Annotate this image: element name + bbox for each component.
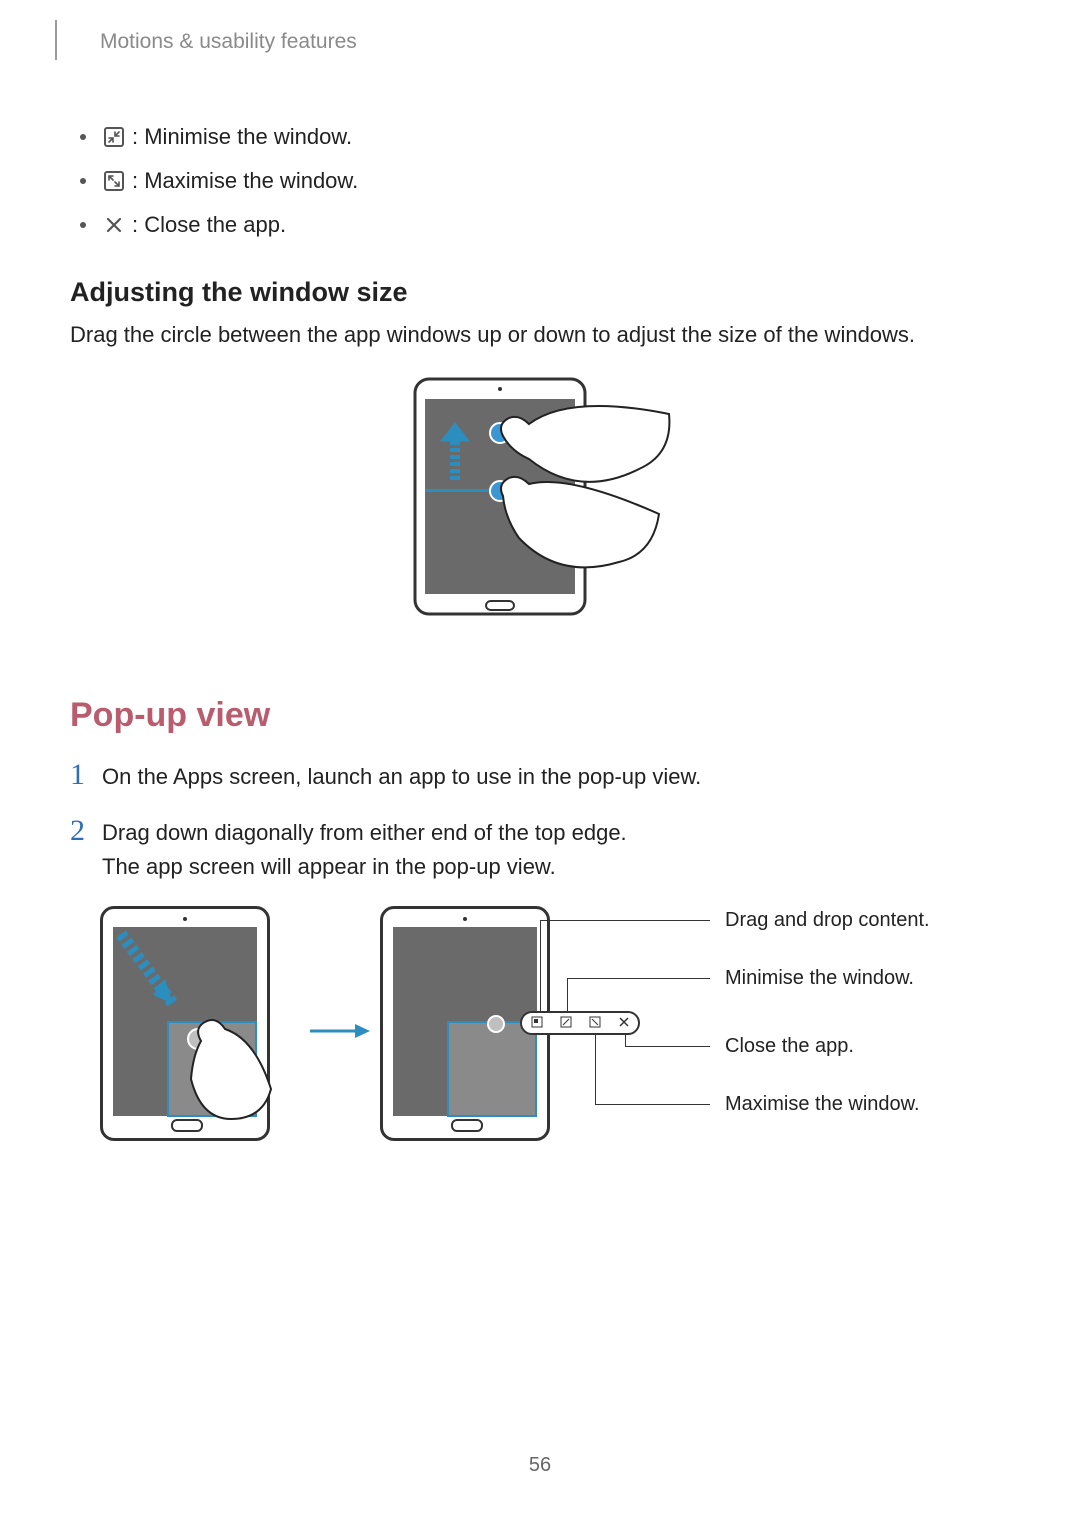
step-text: On the Apps screen, launch an app to use… — [102, 760, 701, 794]
leader-line — [625, 1046, 710, 1047]
popup-window-outline — [447, 1021, 537, 1117]
maximise-icon — [104, 171, 124, 191]
step-text: Drag down diagonally from either end of … — [102, 816, 627, 884]
paragraph-adjust: Drag the circle between the app windows … — [70, 320, 1010, 351]
leader-line — [540, 920, 541, 1011]
subheading-adjust: Adjusting the window size — [70, 277, 1010, 308]
list-item-text: : Close the app. — [132, 203, 286, 247]
step-line: The app screen will appear in the pop-up… — [102, 854, 556, 879]
drag-diagonal-icon — [103, 909, 303, 1154]
list-item: : Maximise the window. — [70, 159, 1010, 203]
camera-dot-icon — [463, 917, 467, 921]
content: : Minimise the window. : Maximise the wi… — [70, 0, 1010, 1186]
running-head: Motions & usability features — [100, 30, 357, 54]
header-rule — [55, 20, 57, 60]
minimise-icon — [104, 127, 124, 147]
step-line: Drag down diagonally from either end of … — [102, 820, 627, 845]
bullet-icon — [80, 134, 86, 140]
page: Motions & usability features : Minimise … — [0, 0, 1080, 1527]
figure-split-resize — [70, 371, 1010, 636]
toolbar-minimise-icon — [560, 1016, 572, 1031]
leader-line — [625, 1034, 626, 1047]
icon-explain-list: : Minimise the window. : Maximise the wi… — [70, 115, 1010, 247]
leader-line — [595, 1104, 710, 1105]
step-item: 2 Drag down diagonally from either end o… — [70, 816, 1010, 884]
list-item-text: : Maximise the window. — [132, 159, 358, 203]
figure-popup-sequence: Drag and drop content. Minimise the wind… — [70, 906, 1010, 1186]
toolbar-maximise-icon — [589, 1016, 601, 1031]
list-item-text: : Minimise the window. — [132, 115, 352, 159]
section-heading-popup: Pop-up view — [70, 696, 1010, 735]
list-item: : Minimise the window. — [70, 115, 1010, 159]
toolbar-drag-icon — [531, 1016, 543, 1031]
leader-line — [595, 1034, 596, 1105]
screen — [393, 927, 537, 1116]
bullet-icon — [80, 222, 86, 228]
list-item: : Close the app. — [70, 203, 1010, 247]
leader-line — [567, 978, 568, 1011]
step-number: 2 — [70, 816, 102, 884]
popup-toolbar — [520, 1011, 640, 1035]
step-number: 1 — [70, 760, 102, 794]
callout-close: Close the app. — [725, 1035, 854, 1058]
bullet-icon — [80, 178, 86, 184]
callout-max: Maximise the window. — [725, 1093, 920, 1116]
step-item: 1 On the Apps screen, launch an app to u… — [70, 760, 1010, 794]
popup-handle-icon — [487, 1015, 505, 1033]
arrow-right-icon — [305, 1016, 375, 1046]
callout-min: Minimise the window. — [725, 967, 914, 990]
tablet-left — [100, 906, 270, 1141]
leader-line — [567, 978, 710, 979]
toolbar-close-icon — [618, 1016, 630, 1031]
steps-list: 1 On the Apps screen, launch an app to u… — [70, 760, 1010, 884]
home-button-icon — [451, 1119, 483, 1132]
leader-line — [540, 920, 710, 921]
page-number: 56 — [0, 1454, 1080, 1477]
callout-drag: Drag and drop content. — [725, 909, 930, 932]
close-icon — [104, 215, 124, 235]
